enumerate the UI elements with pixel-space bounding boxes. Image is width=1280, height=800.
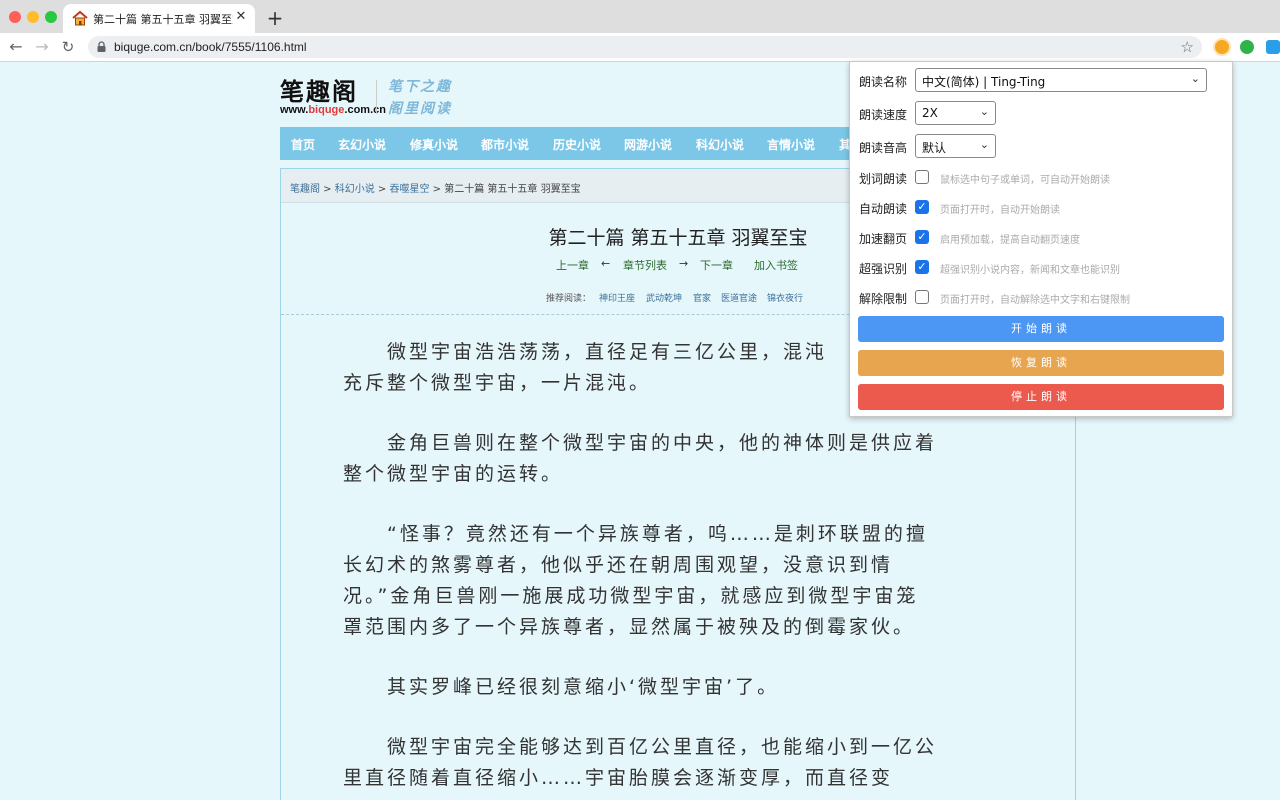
breadcrumb-category[interactable]: 科幻小说 <box>335 184 375 195</box>
option-label-remove-restrictions: 解除限制 <box>859 292 908 306</box>
site-logo[interactable]: 笔趣阁 <box>280 72 358 107</box>
checkbox-remove-restrictions[interactable] <box>915 290 929 304</box>
bookmark-star-icon[interactable]: ☆ <box>1181 38 1194 56</box>
speed-select[interactable]: 2X ⌄ <box>915 101 996 125</box>
resume-reading-button[interactable]: 恢复朗读 <box>858 350 1224 376</box>
chevron-down-icon: ⌄ <box>979 138 989 151</box>
chevron-down-icon: ⌄ <box>979 105 989 118</box>
stop-reading-button[interactable]: 停止朗读 <box>858 384 1224 410</box>
site-slogan: 笔下之趣 阁里阅读 <box>388 79 452 117</box>
reload-icon[interactable]: ↻ <box>58 37 78 57</box>
recommend-link[interactable]: 官家 <box>693 291 711 304</box>
pitch-select[interactable]: 默认 ⌄ <box>915 134 996 158</box>
lock-icon <box>97 41 106 52</box>
check-icon: ✓ <box>917 200 927 213</box>
nav-item-dushi[interactable]: 都市小说 <box>481 136 529 153</box>
option-hint: 页面打开时，自动开始朗读 <box>940 205 1060 216</box>
nav-item-wangyou[interactable]: 网游小说 <box>624 136 672 153</box>
nav-item-xiuzhen[interactable]: 修真小说 <box>410 136 458 153</box>
breadcrumb: 笔趣阁 > 科幻小说 > 吞噬星空 > 第二十篇 第五十五章 羽翼至宝 <box>290 184 581 195</box>
breadcrumb-home[interactable]: 笔趣阁 <box>290 184 320 195</box>
site-logo-url: www.biquge.com.cn <box>280 104 386 116</box>
speed-label: 朗读速度 <box>859 108 908 122</box>
tab-bar: 第二十篇 第五十五章 羽翼至宝_吞噬星空 ✕ + <box>0 0 1280 33</box>
check-icon: ✓ <box>917 230 927 243</box>
breadcrumb-chapter: 第二十篇 第五十五章 羽翼至宝 <box>444 184 581 195</box>
left-arrow-icon: ← <box>601 257 611 270</box>
paragraph: 微型宇宙完全能够达到百亿公里直径，也能缩小到一亿公 里直径随着直径缩小……宇宙胎… <box>343 736 938 789</box>
checkbox-super-recognition[interactable]: ✓ <box>915 260 929 274</box>
voice-label: 朗读名称 <box>859 75 908 89</box>
add-bookmark-link[interactable]: 加入书签 <box>754 257 798 273</box>
recommend-label: 推荐阅读： <box>546 294 592 304</box>
read-aloud-extension-icon[interactable] <box>1213 38 1231 56</box>
download-extension-icon[interactable] <box>1240 40 1254 54</box>
breadcrumb-book[interactable]: 吞噬星空 <box>390 184 430 195</box>
forward-arrow-icon[interactable]: → <box>32 37 52 57</box>
right-arrow-icon: → <box>679 257 689 270</box>
close-icon[interactable]: ✕ <box>233 9 249 25</box>
nav-item-xuanhuan[interactable]: 玄幻小说 <box>338 136 386 153</box>
read-aloud-popup: 朗读名称 中文(简体) | Ting-Ting ⌄ 朗读速度 2X ⌄ 朗读音高… <box>849 61 1233 417</box>
voice-select[interactable]: 中文(简体) | Ting-Ting ⌄ <box>915 68 1207 92</box>
checkbox-auto-read[interactable]: ✓ <box>915 200 929 214</box>
prev-chapter-link[interactable]: 上一章 <box>556 257 589 273</box>
option-hint: 页面打开时，自动解除选中文字和右键限制 <box>940 295 1130 306</box>
paragraph: 金角巨兽则在整个微型宇宙的中央，他的神体则是供应着 整个微型宇宙的运转。 <box>343 432 938 485</box>
address-bar[interactable]: biquge.com.cn/book/7555/1106.html ☆ <box>88 36 1202 58</box>
option-hint: 鼠标选中句子或单词，可自动开始朗读 <box>940 175 1110 186</box>
recommend-link[interactable]: 武动乾坤 <box>646 291 682 304</box>
minimize-window-button[interactable] <box>27 11 39 23</box>
close-window-button[interactable] <box>9 11 21 23</box>
nav-item-yanqing[interactable]: 言情小说 <box>767 136 815 153</box>
paragraph: “怪事？竟然还有一个异族尊者，呜……是刺环联盟的擅 长幻术的煞雾尊者，他似乎还在… <box>343 523 928 638</box>
option-label-auto-read: 自动朗读 <box>859 202 908 216</box>
start-reading-button[interactable]: 开始朗读 <box>858 316 1224 342</box>
pitch-label: 朗读音高 <box>859 141 908 155</box>
header-divider <box>376 80 377 114</box>
option-label-super-recognition: 超强识别 <box>859 262 908 276</box>
browser-toolbar: ← → ↻ biquge.com.cn/book/7555/1106.html … <box>0 33 1280 62</box>
house-icon <box>72 10 88 26</box>
checkbox-fast-paging[interactable]: ✓ <box>915 230 929 244</box>
option-label-fast-paging: 加速翻页 <box>859 232 908 246</box>
option-hint: 启用预加载，提高自动翻页速度 <box>940 235 1080 246</box>
url-text: biquge.com.cn/book/7555/1106.html <box>114 40 307 54</box>
option-hint: 超强识别小说内容，新闻和文章也能识别 <box>940 265 1120 276</box>
paragraph: 其实罗峰已经很刻意缩小‘微型宇宙’了。 <box>343 676 780 698</box>
tab-title: 第二十篇 第五十五章 羽翼至宝_吞噬星空 <box>93 13 233 26</box>
checkbox-select-to-read[interactable] <box>915 170 929 184</box>
back-arrow-icon[interactable]: ← <box>6 37 26 57</box>
recommend-link[interactable]: 锦衣夜行 <box>767 291 803 304</box>
recommend-link[interactable]: 神印王座 <box>599 291 635 304</box>
option-label-select-to-read: 划词朗读 <box>859 172 908 186</box>
chevron-down-icon: ⌄ <box>1190 72 1200 85</box>
nav-item-kehuan[interactable]: 科幻小说 <box>696 136 744 153</box>
nav-item-home[interactable]: 首页 <box>291 136 315 153</box>
nav-item-lishi[interactable]: 历史小说 <box>553 136 601 153</box>
maximize-window-button[interactable] <box>45 11 57 23</box>
next-chapter-link[interactable]: 下一章 <box>700 257 733 273</box>
check-icon: ✓ <box>917 260 927 273</box>
browser-tab[interactable]: 第二十篇 第五十五章 羽翼至宝_吞噬星空 ✕ <box>63 4 255 33</box>
new-tab-button[interactable]: + <box>263 7 287 29</box>
chapter-list-link[interactable]: 章节列表 <box>623 257 667 273</box>
telegram-extension-icon[interactable] <box>1266 40 1280 54</box>
recommend-link[interactable]: 医道官途 <box>721 291 757 304</box>
